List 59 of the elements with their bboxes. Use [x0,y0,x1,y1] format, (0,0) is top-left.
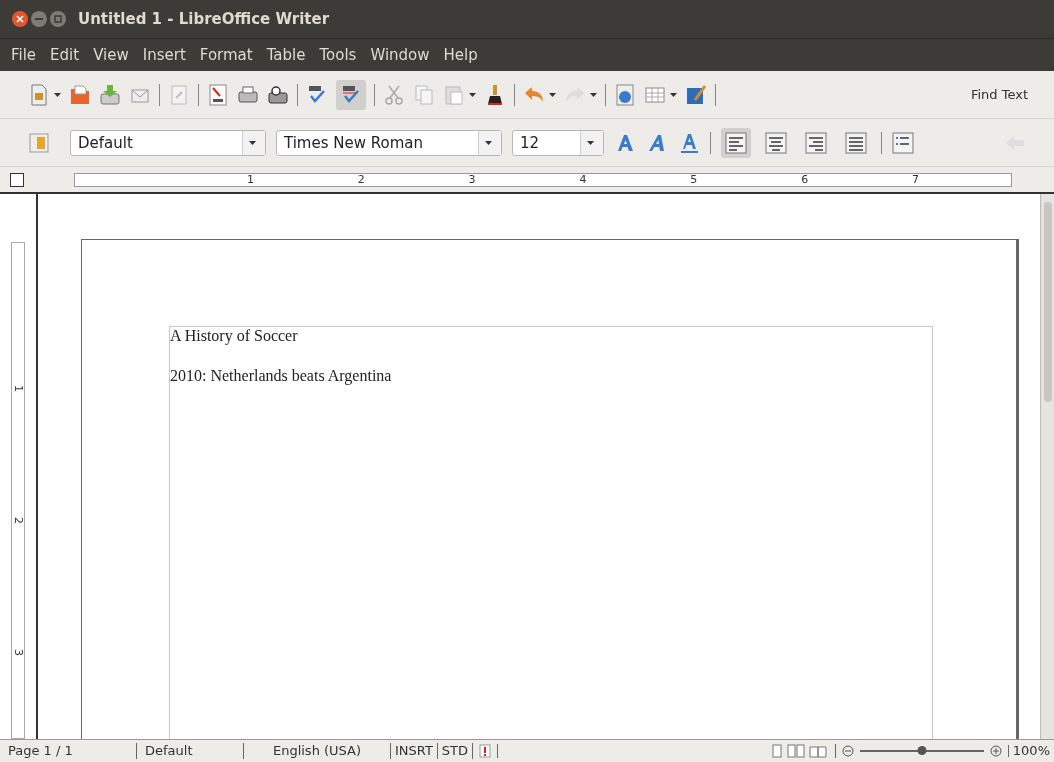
ruler-label: 1 [246,173,254,186]
ruler-label: 4 [579,173,587,186]
selection-mode[interactable]: STD [437,742,474,759]
zoom-out-icon[interactable] [841,744,854,757]
tab-stop-icon[interactable] [10,172,24,187]
ruler-label: 7 [912,173,919,186]
caret-icon[interactable] [586,140,594,145]
menu-item[interactable]: Insert [137,43,191,67]
ruler-label: 3 [468,173,476,186]
caret-icon[interactable] [484,140,492,145]
document-modified-icon [479,743,492,758]
maximize-icon[interactable] [50,11,66,27]
ruler-label: 2 [11,517,25,524]
window-title: Untitled 1 - LibreOffice Writer [78,10,330,28]
two-pages-icon[interactable] [786,743,805,758]
font-size-field[interactable]: 12 [512,129,604,156]
printer-icon[interactable] [237,83,259,106]
font-name-field[interactable]: Times New Roman [276,129,502,156]
language: English (USA) [244,742,391,759]
vertical-scrollbar[interactable] [1040,194,1054,739]
pen-drawing-icon[interactable] [685,83,707,106]
save-icon[interactable] [99,83,121,106]
insert-mode[interactable]: INSRT [391,742,438,759]
menu-item[interactable]: Help [438,43,483,67]
caret-icon[interactable] [590,92,597,97]
print-preview-icon[interactable] [267,83,289,106]
menu-item[interactable]: Format [194,43,258,67]
find-text-button[interactable]: Find Text [970,87,1028,102]
book-icon[interactable] [808,743,827,758]
caret-icon[interactable] [670,92,677,97]
ruler-label: 6 [801,173,809,186]
close-icon[interactable] [12,11,28,27]
paragraph: 2010: Netherlands beats Argentina [170,367,393,385]
menu-item[interactable]: Table [261,43,311,67]
menu-item[interactable]: View [88,43,134,67]
ruler-label: 3 [11,648,25,656]
ruler-label: 1 [11,385,25,393]
ruler-label: 2 [357,173,365,186]
zoom-in-icon[interactable] [989,744,1002,757]
zoom-slider[interactable] [859,749,984,752]
open-folder-icon[interactable] [69,83,91,106]
menu-item[interactable]: File [6,43,42,67]
caret-icon[interactable] [54,92,61,97]
menu-item[interactable]: Window [365,43,435,67]
underline-icon[interactable] [678,131,700,154]
pdf-icon[interactable] [207,83,229,106]
page-style: Default [137,742,244,759]
list-icon[interactable] [892,131,914,154]
menu-item[interactable]: Edit [45,43,85,67]
menu-item[interactable]: Tools [314,43,362,67]
paragraph-style-field[interactable]: Default [70,129,266,156]
zoom-level: 100% [1011,743,1051,758]
caret-icon[interactable] [248,140,256,145]
caret-icon[interactable] [549,92,556,97]
paragraph: A History of Soccer [170,327,299,345]
page-count: Page 1 / 1 [0,742,137,759]
globe-document-icon[interactable] [614,83,636,106]
ruler-label: 5 [690,173,698,186]
caret-icon[interactable] [469,92,476,97]
